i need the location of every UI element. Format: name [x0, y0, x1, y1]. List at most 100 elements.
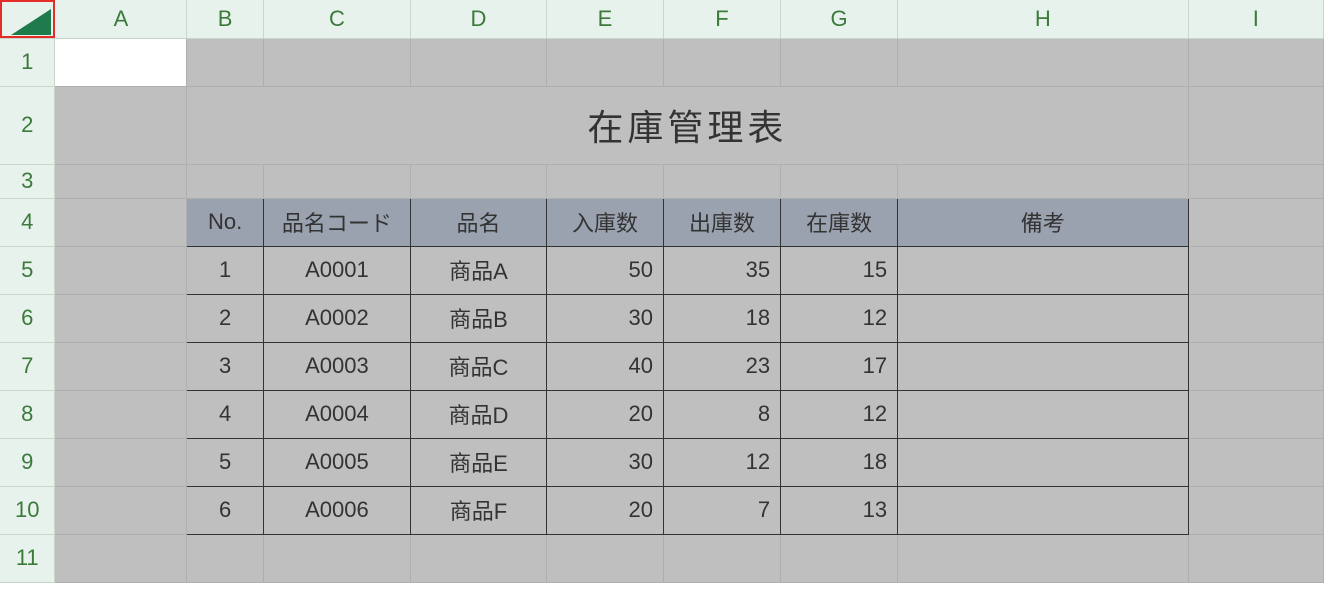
cell-I3[interactable] — [1188, 164, 1324, 198]
tbl-cell-out[interactable]: 8 — [664, 390, 781, 438]
tbl-cell-out[interactable]: 23 — [664, 342, 781, 390]
cell-A10[interactable] — [55, 486, 187, 534]
tbl-cell-code[interactable]: A0006 — [263, 486, 410, 534]
tbl-cell-out[interactable]: 18 — [664, 294, 781, 342]
tbl-cell-stock[interactable]: 17 — [781, 342, 898, 390]
tbl-cell-out[interactable]: 7 — [664, 486, 781, 534]
tbl-header-out[interactable]: 出庫数 — [664, 198, 781, 246]
tbl-cell-stock[interactable]: 12 — [781, 390, 898, 438]
cell-G11[interactable] — [781, 534, 898, 582]
cell-H11[interactable] — [898, 534, 1188, 582]
tbl-header-stock[interactable]: 在庫数 — [781, 198, 898, 246]
col-header-B[interactable]: B — [187, 0, 264, 38]
tbl-cell-code[interactable]: A0001 — [263, 246, 410, 294]
spreadsheet[interactable]: A B C D E F G H I 1 2 在庫管理表 3 — [0, 0, 1324, 583]
tbl-cell-name[interactable]: 商品D — [410, 390, 546, 438]
cell-I10[interactable] — [1188, 486, 1324, 534]
row-header-6[interactable]: 6 — [0, 294, 55, 342]
cell-I7[interactable] — [1188, 342, 1324, 390]
tbl-cell-name[interactable]: 商品A — [410, 246, 546, 294]
tbl-cell-note[interactable] — [898, 390, 1188, 438]
cell-A8[interactable] — [55, 390, 187, 438]
row-header-2[interactable]: 2 — [0, 86, 55, 164]
cell-E3[interactable] — [546, 164, 663, 198]
tbl-cell-code[interactable]: A0002 — [263, 294, 410, 342]
cell-E11[interactable] — [546, 534, 663, 582]
cell-D3[interactable] — [410, 164, 546, 198]
tbl-cell-no[interactable]: 1 — [187, 246, 264, 294]
tbl-cell-out[interactable]: 12 — [664, 438, 781, 486]
tbl-cell-no[interactable]: 5 — [187, 438, 264, 486]
tbl-cell-name[interactable]: 商品C — [410, 342, 546, 390]
tbl-cell-in[interactable]: 50 — [546, 246, 663, 294]
cell-F11[interactable] — [664, 534, 781, 582]
col-header-G[interactable]: G — [781, 0, 898, 38]
tbl-cell-stock[interactable]: 18 — [781, 438, 898, 486]
cell-B1[interactable] — [187, 38, 264, 86]
tbl-cell-in[interactable]: 20 — [546, 390, 663, 438]
col-header-H[interactable]: H — [898, 0, 1188, 38]
tbl-cell-in[interactable]: 40 — [546, 342, 663, 390]
row-header-11[interactable]: 11 — [0, 534, 55, 582]
cell-I8[interactable] — [1188, 390, 1324, 438]
cell-I11[interactable] — [1188, 534, 1324, 582]
tbl-cell-stock[interactable]: 12 — [781, 294, 898, 342]
tbl-cell-in[interactable]: 30 — [546, 294, 663, 342]
row-header-3[interactable]: 3 — [0, 164, 55, 198]
cell-B3[interactable] — [187, 164, 264, 198]
cell-G1[interactable] — [781, 38, 898, 86]
tbl-cell-in[interactable]: 30 — [546, 438, 663, 486]
cell-I2[interactable] — [1188, 86, 1324, 164]
cell-I1[interactable] — [1188, 38, 1324, 86]
cell-A6[interactable] — [55, 294, 187, 342]
cell-I9[interactable] — [1188, 438, 1324, 486]
cell-E1[interactable] — [546, 38, 663, 86]
tbl-cell-stock[interactable]: 15 — [781, 246, 898, 294]
cell-I6[interactable] — [1188, 294, 1324, 342]
cell-C11[interactable] — [263, 534, 410, 582]
tbl-cell-in[interactable]: 20 — [546, 486, 663, 534]
select-all-corner[interactable] — [0, 0, 55, 38]
cell-A1[interactable] — [55, 38, 187, 86]
row-header-1[interactable]: 1 — [0, 38, 55, 86]
tbl-cell-note[interactable] — [898, 438, 1188, 486]
tbl-cell-name[interactable]: 商品E — [410, 438, 546, 486]
cell-I4[interactable] — [1188, 198, 1324, 246]
tbl-cell-note[interactable] — [898, 486, 1188, 534]
cell-D1[interactable] — [410, 38, 546, 86]
cell-A3[interactable] — [55, 164, 187, 198]
row-header-8[interactable]: 8 — [0, 390, 55, 438]
tbl-cell-note[interactable] — [898, 246, 1188, 294]
tbl-header-name[interactable]: 品名 — [410, 198, 546, 246]
tbl-header-code[interactable]: 品名コード — [263, 198, 410, 246]
tbl-cell-code[interactable]: A0003 — [263, 342, 410, 390]
tbl-cell-no[interactable]: 3 — [187, 342, 264, 390]
cell-C1[interactable] — [263, 38, 410, 86]
tbl-header-in[interactable]: 入庫数 — [546, 198, 663, 246]
row-header-7[interactable]: 7 — [0, 342, 55, 390]
cell-F3[interactable] — [664, 164, 781, 198]
cell-G3[interactable] — [781, 164, 898, 198]
row-header-10[interactable]: 10 — [0, 486, 55, 534]
cell-D11[interactable] — [410, 534, 546, 582]
tbl-cell-no[interactable]: 6 — [187, 486, 264, 534]
tbl-header-no[interactable]: No. — [187, 198, 264, 246]
cell-A4[interactable] — [55, 198, 187, 246]
cell-F1[interactable] — [664, 38, 781, 86]
row-header-9[interactable]: 9 — [0, 438, 55, 486]
title-cell[interactable]: 在庫管理表 — [187, 86, 1188, 164]
tbl-cell-out[interactable]: 35 — [664, 246, 781, 294]
cell-C3[interactable] — [263, 164, 410, 198]
col-header-D[interactable]: D — [410, 0, 546, 38]
col-header-C[interactable]: C — [263, 0, 410, 38]
cell-A2[interactable] — [55, 86, 187, 164]
tbl-cell-code[interactable]: A0005 — [263, 438, 410, 486]
cell-A9[interactable] — [55, 438, 187, 486]
cell-A7[interactable] — [55, 342, 187, 390]
col-header-F[interactable]: F — [664, 0, 781, 38]
col-header-E[interactable]: E — [546, 0, 663, 38]
tbl-cell-name[interactable]: 商品F — [410, 486, 546, 534]
cell-B11[interactable] — [187, 534, 264, 582]
tbl-cell-name[interactable]: 商品B — [410, 294, 546, 342]
col-header-A[interactable]: A — [55, 0, 187, 38]
